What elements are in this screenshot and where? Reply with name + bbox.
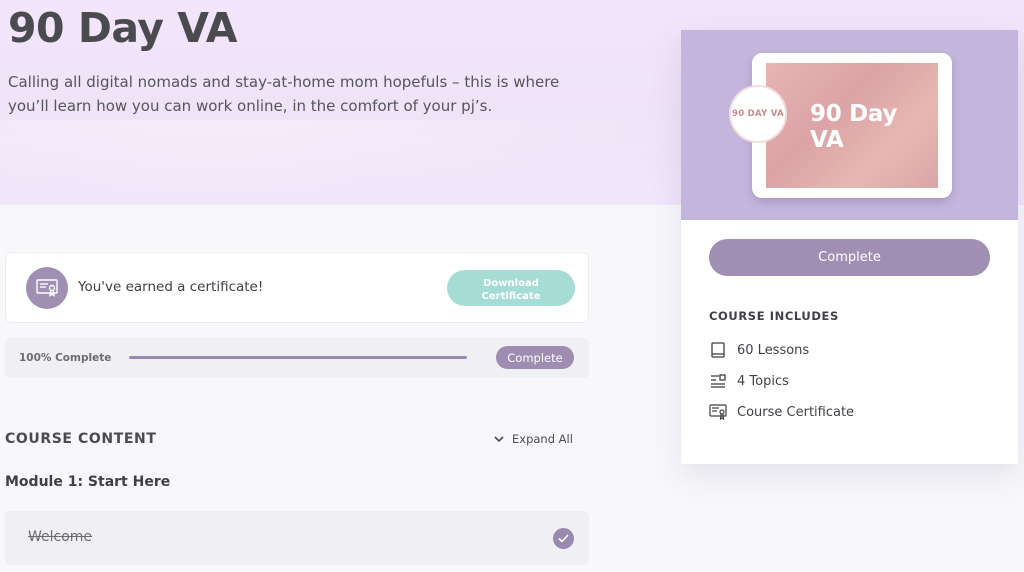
course-card: 90 Day VA 90 DAY VA Complete COURSE INCL… xyxy=(681,30,1018,464)
course-includes-heading: COURSE INCLUDES xyxy=(709,309,839,323)
includes-item-topics: 4 Topics xyxy=(709,372,789,390)
certificate-notice: You've earned a certificate! Download Ce… xyxy=(5,252,589,323)
includes-item-lessons: 60 Lessons xyxy=(709,341,809,359)
download-label-line1: Download xyxy=(483,278,539,289)
course-description: Calling all digital nomads and stay-at-h… xyxy=(8,73,560,115)
progress-label: 100% Complete xyxy=(19,352,112,364)
course-title: 90 Day VA xyxy=(8,4,237,52)
progress-complete-button[interactable]: Complete xyxy=(496,346,574,369)
includes-label: 4 Topics xyxy=(737,373,789,389)
progress-bar-fill xyxy=(129,356,467,359)
download-certificate-button[interactable]: Download Certificate xyxy=(447,270,575,306)
includes-label: 60 Lessons xyxy=(737,342,810,358)
course-thumbnail: 90 Day VA 90 DAY VA xyxy=(681,30,1018,220)
progress-bar xyxy=(129,356,467,359)
certificate-message: You've earned a certificate! xyxy=(78,279,264,295)
course-content-heading: COURSE CONTENT xyxy=(5,431,157,447)
book-icon xyxy=(709,341,727,359)
hero-decoration xyxy=(0,120,720,205)
tablet-screen: 90 Day VA xyxy=(766,63,938,188)
certificate-icon xyxy=(709,403,727,421)
lesson-item[interactable]: Welcome xyxy=(5,511,589,565)
certificate-icon xyxy=(26,267,68,309)
tablet-mockup: 90 Day VA 90 DAY VA xyxy=(729,53,952,198)
logo-badge: 90 DAY VA xyxy=(729,85,787,143)
topics-icon xyxy=(709,372,727,390)
download-label-line2: Certificate xyxy=(481,291,541,302)
progress-panel: 100% Complete Complete xyxy=(5,338,589,378)
lesson-label: Welcome xyxy=(28,529,93,545)
includes-item-certificate: Course Certificate xyxy=(709,403,854,421)
expand-all-label: Expand All xyxy=(512,432,573,446)
module-title: Module 1: Start Here xyxy=(5,474,171,490)
thumbnail-title: 90 Day VA xyxy=(810,101,898,153)
includes-label: Course Certificate xyxy=(737,404,855,420)
check-icon xyxy=(553,528,574,549)
chevron-down-icon xyxy=(494,432,504,446)
course-complete-button[interactable]: Complete xyxy=(709,239,990,276)
expand-all-toggle[interactable]: Expand All xyxy=(494,432,573,446)
